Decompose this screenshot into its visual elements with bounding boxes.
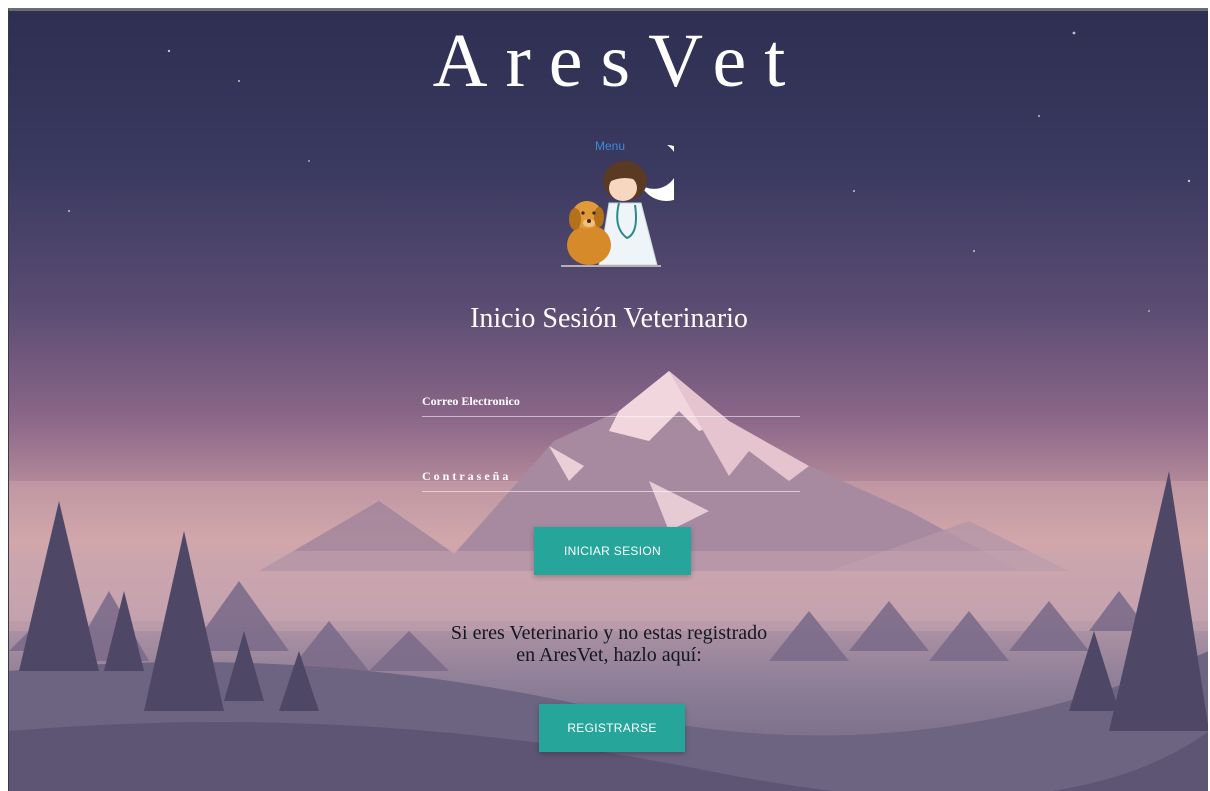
- brand-title: AresVet: [432, 19, 804, 103]
- register-button[interactable]: REGISTRARSE: [539, 704, 685, 752]
- login-heading: Inicio Sesión Veterinario: [470, 303, 748, 334]
- register-message-line-2: en AresVet, hazlo aquí:: [516, 644, 702, 666]
- register-message-line-1: Si eres Veterinario y no estas registrad…: [450, 622, 768, 644]
- browser-frame: AresVet Menu Inicio Sesión Veterinario C…: [0, 0, 1210, 791]
- register-message: Si eres Veterinario y no estas registrad…: [9, 622, 1208, 666]
- password-input[interactable]: [422, 462, 800, 491]
- vet-logo-icon: [561, 145, 674, 267]
- login-button[interactable]: INICIAR SESION: [534, 527, 691, 575]
- password-field-wrapper: [422, 462, 800, 492]
- page-viewport: AresVet Menu Inicio Sesión Veterinario C…: [8, 8, 1208, 791]
- email-input[interactable]: [422, 387, 800, 416]
- email-field-wrapper: [422, 387, 800, 417]
- menu-link[interactable]: Menu: [595, 139, 625, 153]
